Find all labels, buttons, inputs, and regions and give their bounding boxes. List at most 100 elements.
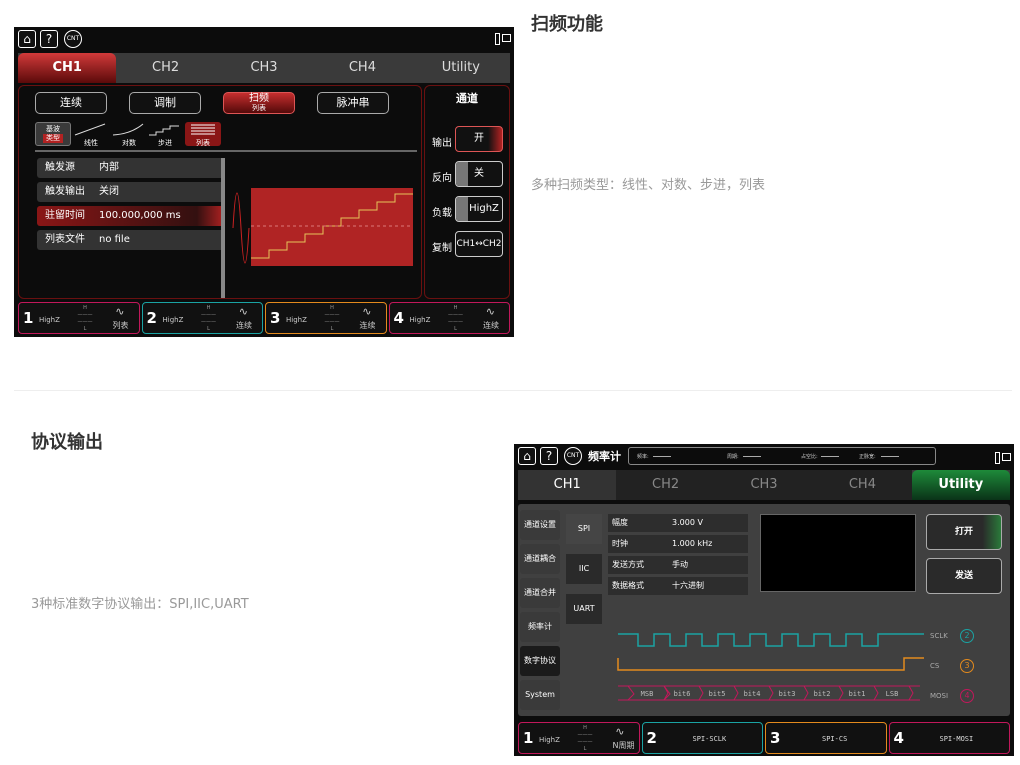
param-value: no file xyxy=(99,234,130,245)
sweep-base-type-button[interactable]: 基波 类型 xyxy=(35,122,71,146)
trigger-source-param[interactable]: 触发源 内部 xyxy=(37,158,225,178)
tab-ch4[interactable]: CH4 xyxy=(813,470,912,500)
clock-param[interactable]: 时钟 1.000 kHz xyxy=(608,535,748,553)
usb-icon xyxy=(502,34,511,42)
protocol-spi[interactable]: SPI xyxy=(566,514,602,544)
sweep-linear-label: 线性 xyxy=(84,139,98,147)
dwell-time-param[interactable]: 驻留时间 100.000,000 ms xyxy=(37,206,225,226)
send-button[interactable]: 发送 xyxy=(926,558,1002,594)
channel-3-status[interactable]: 3 SPI-CS xyxy=(765,722,887,754)
meas-pos-width: 正脉宽: xyxy=(859,454,876,460)
channel-2-status[interactable]: 2 HighZ H ——— ——— L ∿ 连续 xyxy=(141,302,263,334)
channel-tabs: CH1 CH2 CH3 CH4 Utility xyxy=(518,470,1011,500)
tab-ch2[interactable]: CH2 xyxy=(616,470,715,500)
param-value: 内部 xyxy=(99,162,119,173)
help-icon[interactable]: ? xyxy=(540,447,558,465)
battery-icon xyxy=(995,452,1000,464)
load-toggle[interactable]: HighZ xyxy=(455,196,503,222)
tab-ch2[interactable]: CH2 xyxy=(116,53,214,83)
trigger-output-param[interactable]: 触发输出 关闭 xyxy=(37,182,225,202)
list-file-param[interactable]: 列表文件 no file xyxy=(37,230,225,250)
copy-button[interactable]: CH1↔CH2 xyxy=(455,231,503,257)
amplitude-param[interactable]: 幅度 3.000 V xyxy=(608,514,748,532)
side-digital-protocol[interactable]: 数字协议 xyxy=(520,646,560,676)
mosi-label: MOSI xyxy=(930,692,949,700)
tab-ch4[interactable]: CH4 xyxy=(313,53,411,83)
param-value: 关闭 xyxy=(99,186,119,197)
invert-toggle[interactable]: 关 xyxy=(455,161,503,187)
channel-3-status[interactable]: 3 HighZ H ——— ——— L ∿ 连续 xyxy=(265,302,387,334)
section-divider xyxy=(14,390,1012,391)
channel-tabs: CH1 CH2 CH3 CH4 Utility xyxy=(18,53,510,83)
meas-duty: 占空比: xyxy=(801,454,818,460)
mosi-bit-label: bit4 xyxy=(744,690,761,698)
side-channel-merge[interactable]: 通道合并 xyxy=(520,578,560,608)
channel-signal-label: SPI-SCLK xyxy=(692,735,727,743)
level-indicator: H ——— ——— L xyxy=(324,305,340,332)
tab-ch1[interactable]: CH1 xyxy=(18,53,117,83)
channel-4-status[interactable]: 4 SPI-MOSI xyxy=(888,722,1010,754)
home-icon[interactable]: ⌂ xyxy=(518,447,536,465)
tab-utility[interactable]: Utility xyxy=(911,470,1011,500)
counter-title: 频率计 xyxy=(588,450,621,463)
tab-utility[interactable]: Utility xyxy=(412,53,510,83)
sweep-log-button[interactable]: 对数 xyxy=(111,122,147,147)
mode-continuous-button[interactable]: 连续 xyxy=(35,92,107,114)
channel-2-status[interactable]: 2 SPI-SCLK xyxy=(641,722,763,754)
channel-mode: 连续 xyxy=(359,321,376,330)
protocol-uart[interactable]: UART xyxy=(566,594,602,624)
channel-panel-title: 通道 xyxy=(456,92,478,105)
mosi-bit-label: bit3 xyxy=(779,690,796,698)
mosi-bit-label: LSB xyxy=(886,690,899,698)
mode-burst-button[interactable]: 脉冲串 xyxy=(317,92,389,114)
send-mode-param[interactable]: 发送方式 手动 xyxy=(608,556,748,574)
param-value: 1.000 kHz xyxy=(672,539,713,548)
sine-wave-icon: ∿ xyxy=(362,305,372,318)
counter-icon[interactable]: CNT xyxy=(564,447,582,465)
side-channel-coupling[interactable]: 通道耦合 xyxy=(520,544,560,574)
toggle-knob xyxy=(456,197,468,221)
channel-mode: 连续 xyxy=(483,321,499,330)
channel-4-status[interactable]: 4 HighZ H ——— ——— L ∿ 连续 xyxy=(388,302,510,334)
sine-wave-icon: ∿ xyxy=(238,305,248,318)
step-sweep-icon xyxy=(149,125,179,136)
help-icon[interactable]: ? xyxy=(40,30,58,48)
param-scrollbar[interactable] xyxy=(221,158,225,298)
copy-label: 复制 xyxy=(432,243,452,254)
mode-sweep-button[interactable]: 扫频 列表 xyxy=(223,92,295,114)
toggle-knob xyxy=(456,162,468,186)
tab-ch1[interactable]: CH1 xyxy=(518,470,617,500)
channel-signal-label: SPI-MOSI xyxy=(939,735,974,743)
side-counter[interactable]: 频率计 xyxy=(520,612,560,642)
sweep-linear-button[interactable]: 线性 xyxy=(73,122,109,147)
sweep-step-button[interactable]: 步进 xyxy=(147,122,183,147)
sclk-label: SCLK xyxy=(930,632,948,640)
mosi-channel-badge: 4 xyxy=(960,689,974,703)
channel-mode: N周期 xyxy=(612,741,635,750)
channel-signal-label: SPI-CS xyxy=(822,735,848,743)
channel-number: 4 xyxy=(393,309,404,327)
channel-number: 1 xyxy=(523,729,534,747)
side-channel-settings[interactable]: 通道设置 xyxy=(520,510,560,540)
open-button[interactable]: 打开 xyxy=(926,514,1002,550)
sweep-list-button[interactable]: 列表 xyxy=(185,122,221,147)
output-toggle[interactable]: 开 xyxy=(455,126,503,152)
side-system[interactable]: System xyxy=(520,680,560,710)
meas-freq-dash xyxy=(653,456,671,457)
channel-1-status[interactable]: 1 HighZ H ——— ——— L ∿ 列表 xyxy=(18,302,140,334)
data-format-param[interactable]: 数据格式 十六进制 xyxy=(608,577,748,595)
channel-1-status[interactable]: 1 HighZ H ——— ——— L ∿ N周期 xyxy=(518,722,640,754)
home-icon[interactable]: ⌂ xyxy=(18,30,36,48)
channel-number: 4 xyxy=(893,729,904,747)
tab-ch3[interactable]: CH3 xyxy=(215,53,313,83)
param-key: 发送方式 xyxy=(612,560,644,569)
mosi-bit-separator xyxy=(803,685,809,701)
mode-modulation-button[interactable]: 调制 xyxy=(129,92,201,114)
cs-channel-badge: 3 xyxy=(960,659,974,673)
protocol-iic[interactable]: IIC xyxy=(566,554,602,584)
level-indicator: H ——— ——— L xyxy=(201,305,216,332)
tab-ch3[interactable]: CH3 xyxy=(714,470,814,500)
param-value: 手动 xyxy=(672,560,688,569)
counter-icon[interactable]: CNT xyxy=(64,30,82,48)
protocol-screen: ⌂ ? CNT 频率计 频率: 周期: 占空比: 正脉宽: CH1 CH2 CH… xyxy=(514,444,1014,756)
